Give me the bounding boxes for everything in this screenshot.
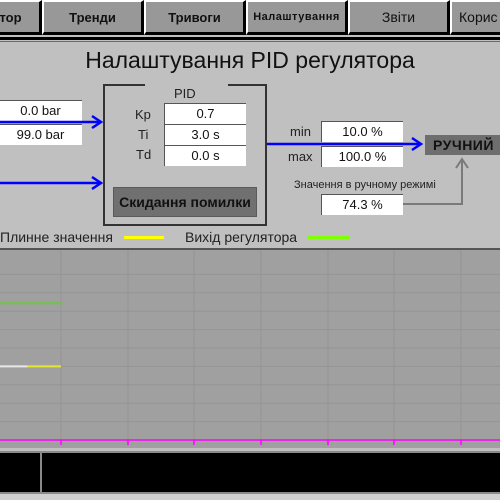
min-label: min: [290, 124, 311, 139]
manual-value-label: Значення в ручному режимі: [294, 179, 436, 191]
trend-chart: [0, 248, 500, 448]
td-input[interactable]: 0.0 s: [164, 145, 246, 166]
pid-group-border: [228, 84, 267, 86]
min-input[interactable]: 10.0 %: [321, 121, 403, 142]
legend-controller-output-swatch: [308, 236, 350, 239]
kp-label: Kp: [135, 107, 151, 122]
td-label: Td: [136, 147, 152, 162]
trend-chart-plot: [0, 250, 500, 445]
ti-label: Ti: [138, 127, 149, 142]
manual-mode-button[interactable]: РУЧНИЙ: [425, 135, 500, 155]
max-label: max: [288, 149, 313, 164]
chart-legend: Плинне значення Вихід регулятора: [0, 229, 500, 247]
legend-process-value-label: Плинне значення: [0, 229, 113, 245]
status-bar: [0, 451, 500, 494]
legend-process-value-swatch: [124, 236, 164, 239]
pid-group-border: [103, 84, 145, 86]
ti-input[interactable]: 3.0 s: [164, 124, 246, 145]
reset-error-button[interactable]: Скидання помилки: [113, 187, 257, 217]
arrow-range-to-pid: [0, 114, 104, 130]
pid-group-label: PID: [174, 86, 196, 101]
kp-input[interactable]: 0.7: [164, 103, 246, 124]
manual-value-input[interactable]: 74.3 %: [321, 194, 403, 215]
max-input[interactable]: 100.0 %: [321, 146, 403, 167]
bottom-strip: [0, 494, 500, 500]
arrow-input-to-pid: [0, 175, 104, 191]
legend-controller-output-label: Вихід регулятора: [185, 229, 298, 245]
status-bar-divider: [40, 451, 42, 494]
